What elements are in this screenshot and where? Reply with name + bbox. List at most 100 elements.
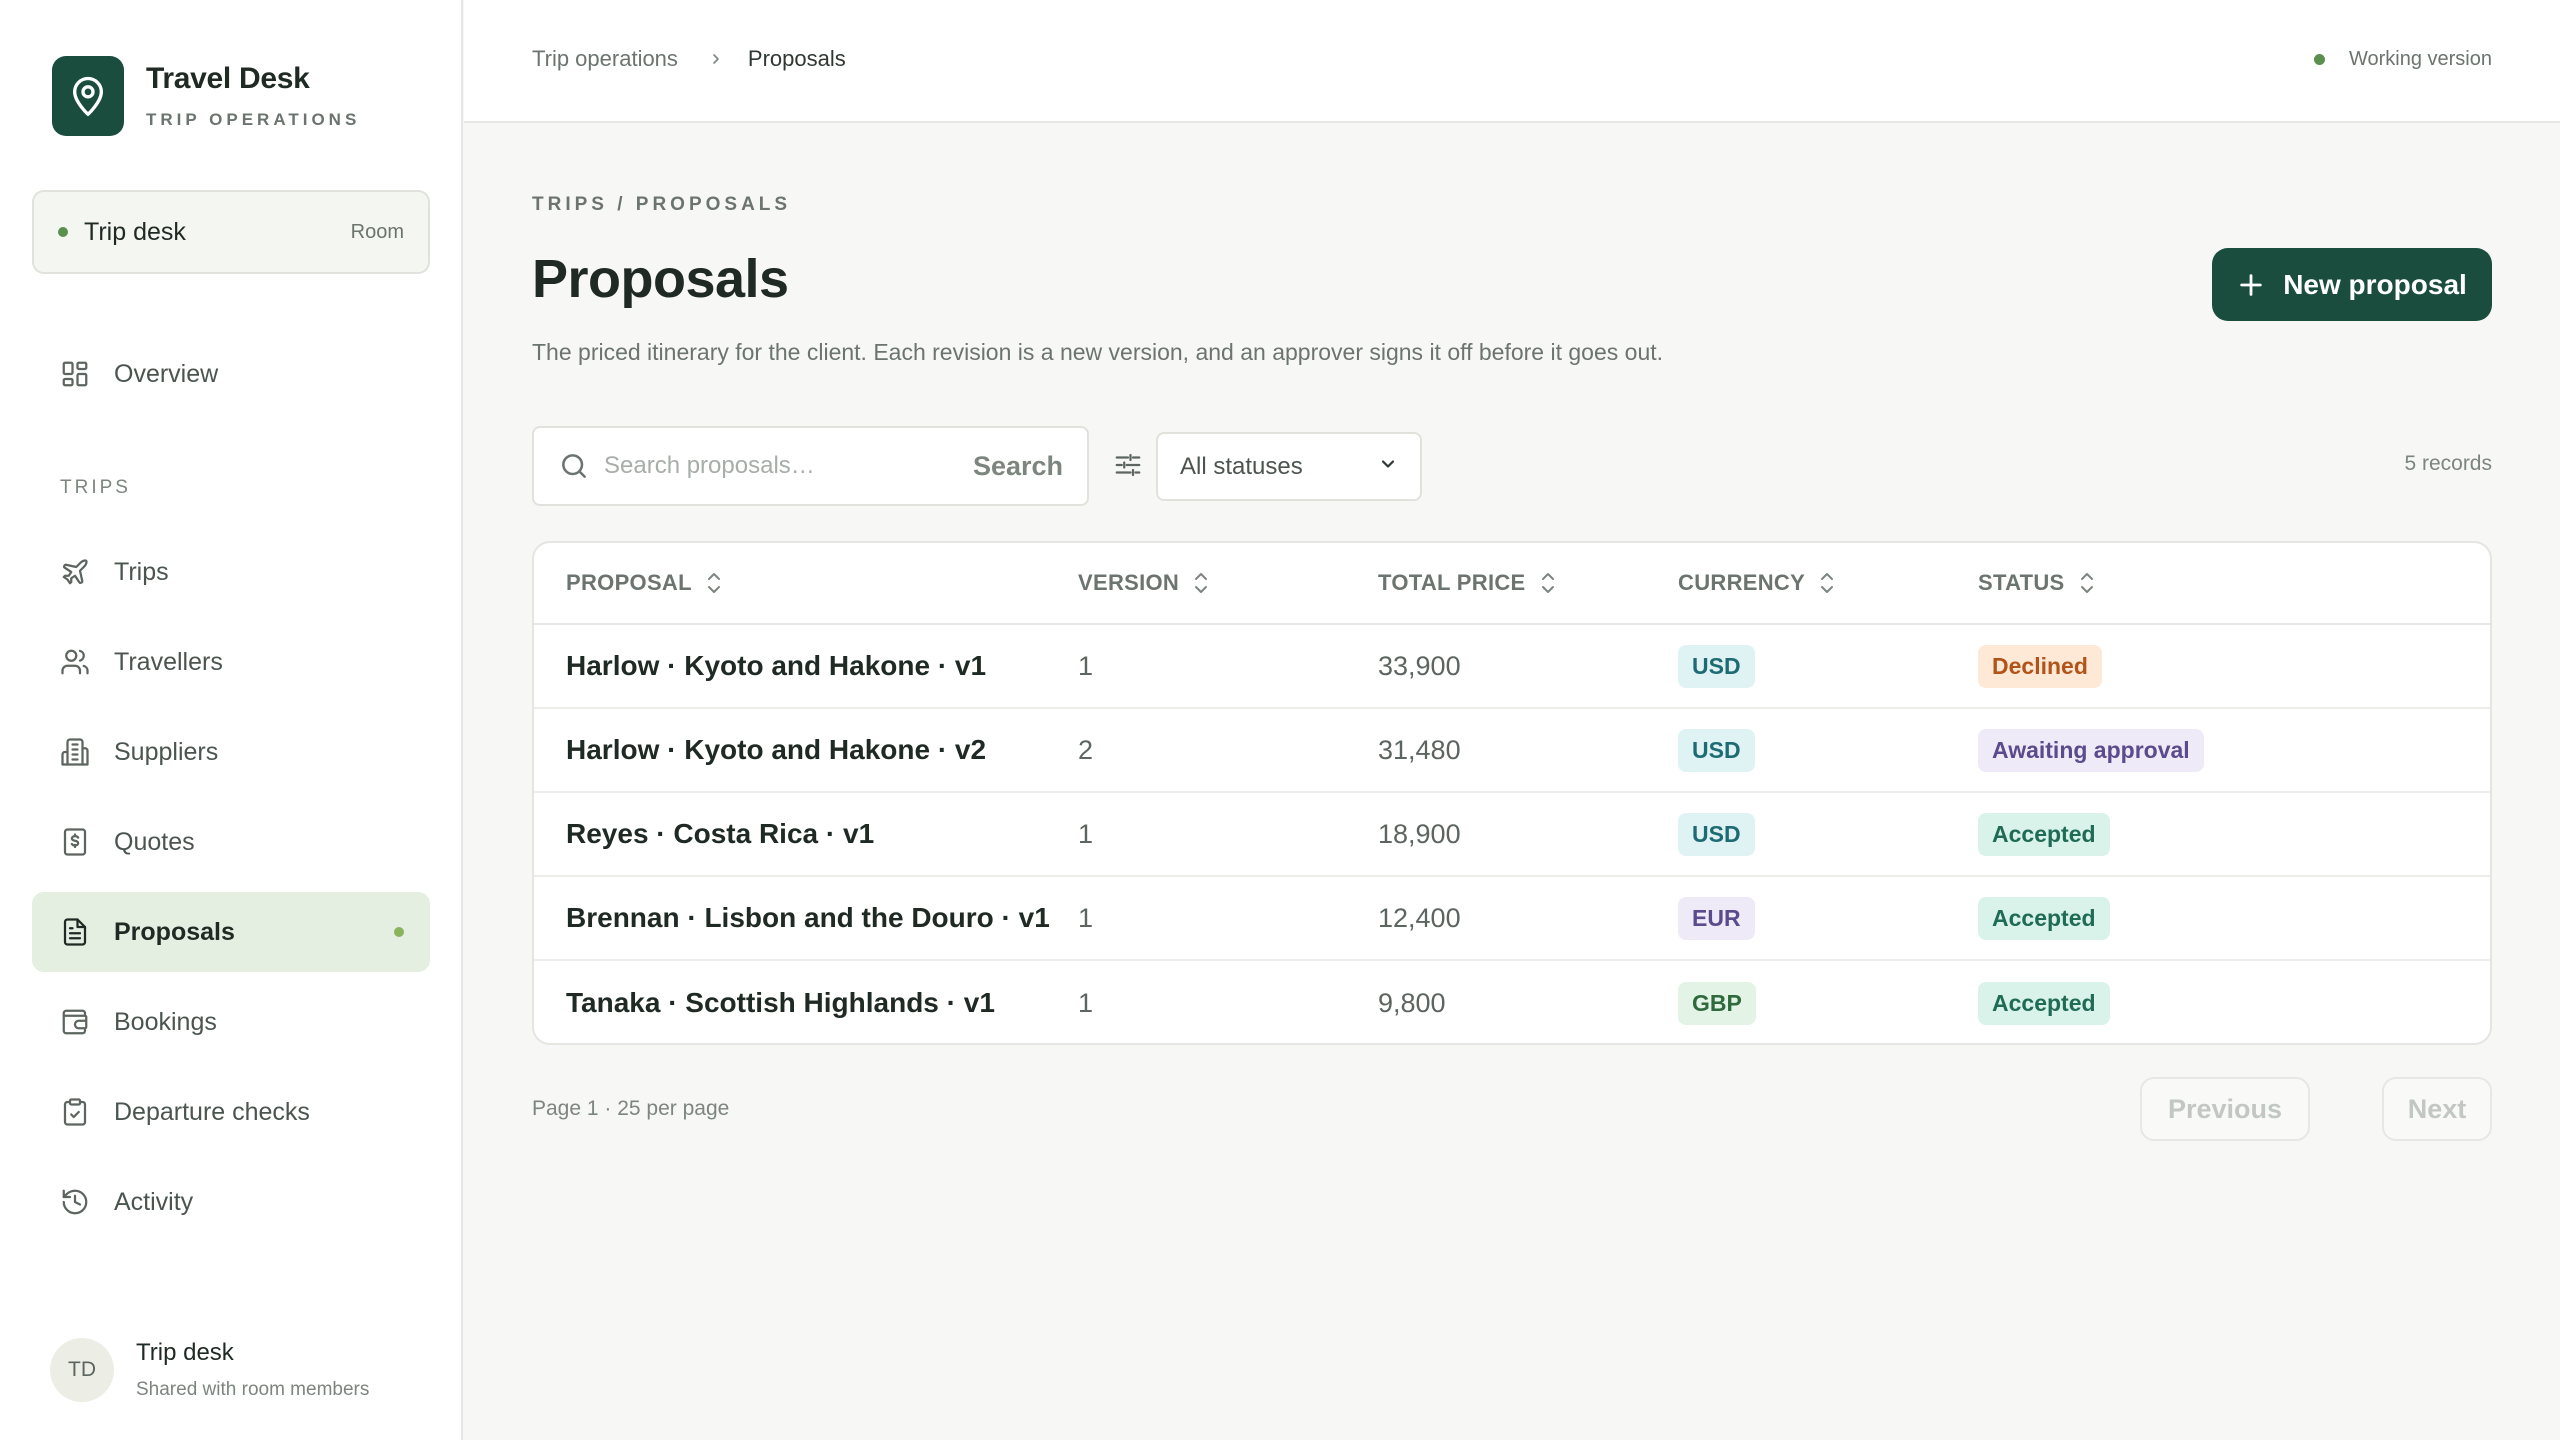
building-icon [58,735,92,769]
version-cell: 1 [1078,650,1094,681]
sort-icon [1193,572,1209,594]
column-header-proposal[interactable]: PROPOSAL [534,570,1078,596]
topbar: Trip operations Proposals Working versio… [464,0,2560,123]
column-header-label: VERSION [1078,570,1180,595]
proposal-name-link[interactable]: Reyes · Costa Rica · v1 [566,818,1061,850]
version-cell: 2 [1078,734,1094,765]
user-name: Trip desk [136,1339,234,1366]
proposal-name-link[interactable]: Brennan · Lisbon and the Douro · v1 [566,902,1061,934]
breadcrumb-current: Proposals [747,46,846,71]
map-pin-icon [52,56,124,136]
sidebar-item-bookings[interactable]: Bookings [32,982,430,1062]
chevron-right-icon [708,51,724,67]
sidebar-item-overview[interactable]: Overview [32,334,430,414]
status-badge: Declined [1978,644,2102,688]
version-cell: 1 [1078,902,1094,933]
sidebar-item-label: Bookings [114,1007,217,1036]
proposal-name-link[interactable]: Harlow · Kyoto and Hakone · v2 [566,734,1061,766]
nav-section-trips: TRIPS [60,477,131,498]
breadcrumb: Trip operations Proposals [532,46,846,72]
sort-icon [706,572,722,594]
table-row[interactable]: Harlow · Kyoto and Hakone · v1 1 33,900 … [534,625,2490,709]
column-header-label: PROPOSAL [566,570,692,595]
currency-badge: USD [1678,812,1755,856]
brand[interactable]: Travel Desk TRIP OPERATIONS [52,56,360,136]
receipt-icon [58,825,92,859]
user-profile[interactable]: TD Trip desk Shared with room members [50,1338,369,1402]
search-button[interactable]: Search [973,451,1063,482]
page-title: Proposals [532,249,789,309]
status-filter-value: All statuses [1180,452,1303,480]
sidebar-item-label: Trips [114,557,169,586]
document-icon [58,915,92,949]
sidebar-item-label: Departure checks [114,1097,310,1126]
status-badge: Accepted [1978,896,2110,940]
sidebar-item-suppliers[interactable]: Suppliers [32,712,430,792]
version-indicator: Working version [2313,48,2492,71]
sort-icon [1540,572,1556,594]
previous-page-button[interactable]: Previous [2140,1077,2310,1141]
next-page-button[interactable]: Next [2382,1077,2492,1141]
column-header-version[interactable]: VERSION [1078,570,1378,596]
users-icon [58,645,92,679]
proposal-name-link[interactable]: Harlow · Kyoto and Hakone · v1 [566,650,1061,682]
currency-badge: USD [1678,644,1755,688]
sidebar-item-trips[interactable]: Trips [32,532,430,612]
column-header-total-price[interactable]: TOTAL PRICE [1378,570,1678,596]
table-row[interactable]: Harlow · Kyoto and Hakone · v2 2 31,480 … [534,709,2490,793]
room-name: Trip desk [84,217,186,246]
sidebar-item-label: Proposals [114,917,235,946]
room-tag: Room [350,220,404,243]
records-count: 5 records [2404,452,2492,475]
column-header-label: TOTAL PRICE [1378,570,1526,595]
sidebar: Travel Desk TRIP OPERATIONS Trip desk Ro… [0,0,463,1440]
currency-badge: USD [1678,728,1755,772]
sidebar-item-departure-checks[interactable]: Departure checks [32,1072,430,1152]
status-filter-select[interactable]: All statuses [1156,432,1422,501]
currency-badge: GBP [1678,981,1756,1025]
clipboard-check-icon [58,1095,92,1129]
version-label: Working version [2348,48,2492,70]
plane-icon [58,555,92,589]
sidebar-item-label: Quotes [114,827,195,856]
plus-icon [2237,271,2265,299]
pagination-info: Page 1 · 25 per page [532,1097,730,1120]
proposal-name-link[interactable]: Tanaka · Scottish Highlands · v1 [566,987,1061,1019]
sidebar-item-proposals[interactable]: Proposals [32,892,430,972]
sort-icon [2079,572,2095,594]
sidebar-item-travellers[interactable]: Travellers [32,622,430,702]
status-badge: Awaiting approval [1978,728,2204,772]
room-status-dot [58,227,68,237]
room-switcher[interactable]: Trip desk Room [32,190,430,274]
table-header: PROPOSAL VERSION TOTAL PRICE CURRENCY ST… [534,543,2490,625]
breadcrumb-trip-operations[interactable]: Trip operations [532,46,678,72]
column-header-label: CURRENCY [1678,570,1806,595]
app-subtitle: TRIP OPERATIONS [146,110,361,129]
new-proposal-label: New proposal [2283,268,2467,300]
proposals-table: PROPOSAL VERSION TOTAL PRICE CURRENCY ST… [532,541,2492,1045]
search-input[interactable] [604,452,973,480]
sidebar-item-label: Travellers [114,647,223,676]
column-header-status[interactable]: STATUS [1978,570,2490,596]
currency-badge: EUR [1678,896,1755,940]
table-row[interactable]: Brennan · Lisbon and the Douro · v1 1 12… [534,877,2490,961]
sidebar-item-label: Activity [114,1187,194,1216]
total-price-cell: 12,400 [1378,902,1461,933]
sort-icon [1819,572,1835,594]
search-box: Search [532,426,1089,506]
column-header-label: STATUS [1978,570,2065,595]
new-proposal-button[interactable]: New proposal [2212,248,2492,321]
total-price-cell: 18,900 [1378,818,1461,849]
sidebar-item-label: Overview [114,359,219,388]
wallet-icon [58,1005,92,1039]
table-row[interactable]: Tanaka · Scottish Highlands · v1 1 9,800… [534,961,2490,1043]
page-eyebrow: TRIPS / PROPOSALS [532,194,792,215]
sidebar-item-activity[interactable]: Activity [32,1162,430,1242]
column-header-currency[interactable]: CURRENCY [1678,570,1978,596]
sidebar-item-quotes[interactable]: Quotes [32,802,430,882]
table-row[interactable]: Reyes · Costa Rica · v1 1 18,900 USD Acc… [534,793,2490,877]
active-indicator-dot [394,927,404,937]
chevron-down-icon [1378,453,1398,481]
total-price-cell: 33,900 [1378,650,1461,681]
total-price-cell: 31,480 [1378,734,1461,765]
